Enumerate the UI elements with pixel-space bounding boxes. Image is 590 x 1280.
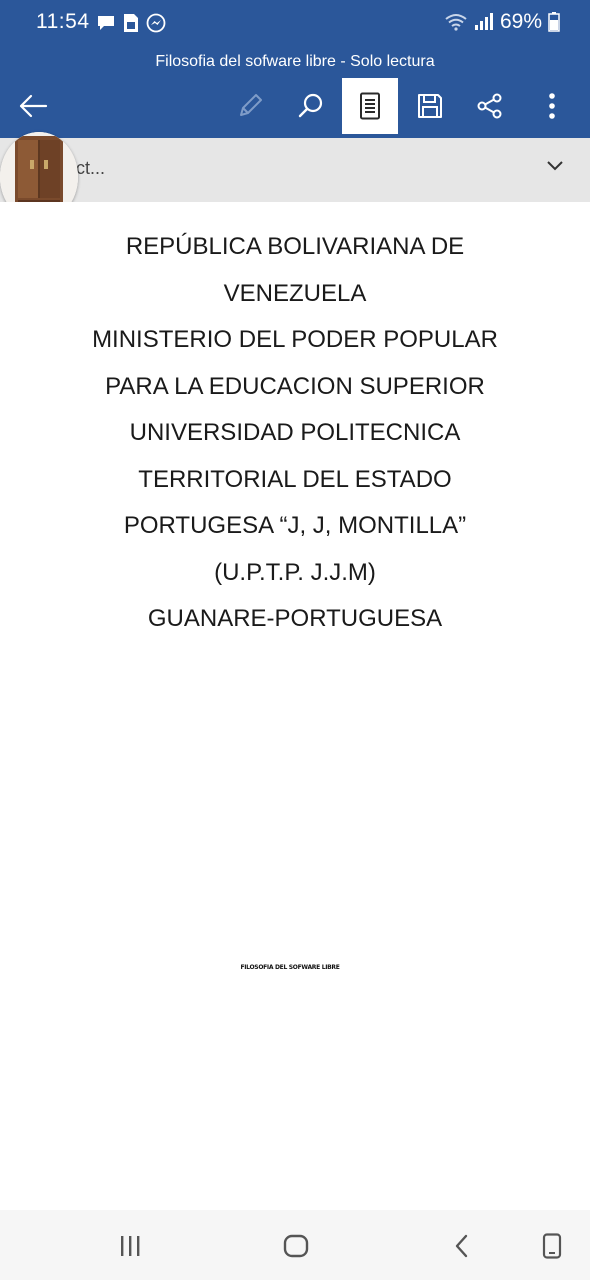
- search-button[interactable]: [283, 78, 339, 134]
- signal-icon: [474, 13, 493, 30]
- edit-button[interactable]: [222, 78, 278, 134]
- recents-button[interactable]: [110, 1228, 150, 1264]
- screen-button[interactable]: [532, 1228, 572, 1264]
- share-icon: [477, 93, 502, 119]
- doc-line: REPÚBLICA BOLIVARIANA DE: [125, 233, 465, 260]
- back-arrow-icon: [19, 94, 48, 118]
- doc-line: UNIVERSIDAD POLITECNICA: [129, 419, 461, 446]
- screen-icon: [542, 1233, 562, 1259]
- document-title: Filosofia del sofware libre - Solo lectu…: [155, 53, 435, 70]
- status-time: 11:54: [36, 10, 90, 33]
- sim-card-icon: [124, 14, 138, 32]
- document-header: REPÚBLICA BOLIVARIANA DE VENEZUELA MINIS…: [0, 224, 590, 643]
- home-icon: [283, 1234, 309, 1258]
- notification-icons: [96, 13, 166, 33]
- app-header: 11:54 69% Filosofia del sofware libre - …: [0, 0, 590, 138]
- doc-line: PORTUGESA “J, J, MONTILLA”: [123, 512, 467, 539]
- chevron-down-icon[interactable]: [546, 160, 564, 172]
- doc-line: PARA LA EDUCACION SUPERIOR: [105, 372, 485, 400]
- messenger-icon: [146, 13, 166, 33]
- search-icon: [298, 93, 323, 118]
- status-bar: 11:54 69%: [0, 0, 590, 46]
- edit-pencil-icon: [240, 94, 262, 116]
- home-button[interactable]: [276, 1228, 316, 1264]
- wifi-icon: [445, 14, 467, 31]
- document-page: REPÚBLICA BOLIVARIANA DE VENEZUELA MINIS…: [0, 202, 590, 1210]
- more-options-button[interactable]: [524, 78, 580, 134]
- banner-text: ct...: [76, 158, 106, 178]
- back-nav-button[interactable]: [442, 1228, 482, 1264]
- more-vert-icon: [549, 93, 555, 119]
- doc-line: MINISTERIO DEL PODER POPULAR: [92, 326, 498, 353]
- save-icon: [418, 94, 442, 118]
- recents-icon: [121, 1236, 140, 1256]
- info-banner[interactable]: ct...: [0, 138, 590, 202]
- read-mode-button[interactable]: [342, 78, 398, 134]
- doc-line: (U.P.T.P. J.J.M): [214, 558, 376, 586]
- navigation-bar: [0, 1210, 590, 1280]
- back-icon: [455, 1234, 468, 1258]
- battery-level: 69%: [499, 10, 542, 33]
- save-button[interactable]: [402, 78, 458, 134]
- share-button[interactable]: [462, 78, 518, 134]
- system-icons: 69%: [444, 10, 560, 34]
- screen: 11:54 69% Filosofia del sofware libre - …: [0, 0, 590, 1280]
- doc-line: TERRITORIAL DEL ESTADO: [138, 465, 452, 493]
- doc-line: VENEZUELA: [223, 279, 367, 307]
- doc-line: GUANARE-PORTUGUESA: [147, 605, 443, 632]
- back-button[interactable]: [5, 78, 61, 134]
- chat-bubble-icon: [98, 16, 114, 30]
- toolbar: [0, 78, 590, 138]
- battery-icon: [548, 12, 560, 32]
- read-mode-icon: [360, 92, 380, 120]
- document-footer-title: FILOSOFIA DEL SOFWARE LIBRE: [240, 964, 340, 971]
